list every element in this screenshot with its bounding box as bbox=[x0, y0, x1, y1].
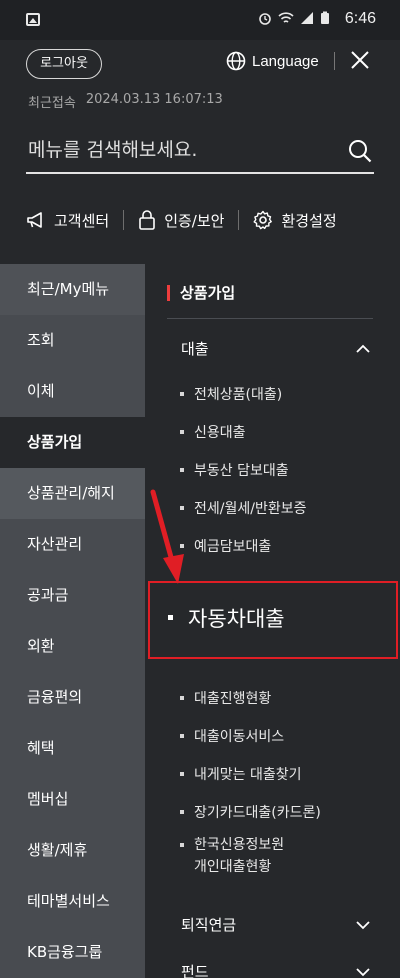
list-item-line-1: 한국신용정보원 bbox=[194, 837, 285, 853]
group-pension-label: 퇴직연금 bbox=[181, 916, 237, 934]
annotation-arrow-icon bbox=[150, 489, 184, 584]
lock-icon bbox=[139, 210, 156, 230]
section-divider bbox=[167, 318, 373, 319]
highlight-box: 자동차대출 bbox=[148, 581, 398, 659]
nav-item-transfer[interactable]: 이체 bbox=[0, 366, 145, 417]
nav-item-asset-manage[interactable]: 자산관리 bbox=[0, 519, 145, 570]
customer-center-label: 고객센터 bbox=[54, 211, 110, 230]
nav-item-product-manage[interactable]: 상품관리/해지 bbox=[0, 468, 145, 519]
nav-item-recent-my[interactable]: 최근/My메뉴 bbox=[0, 264, 145, 315]
chevron-down-icon bbox=[356, 968, 370, 977]
close-icon[interactable] bbox=[350, 50, 370, 70]
group-fund-label: 펀드 bbox=[181, 963, 209, 978]
nav-item-utilities[interactable]: 공과금 bbox=[0, 570, 145, 621]
nav-item-foreign-exchange[interactable]: 외환 bbox=[0, 621, 145, 672]
list-item[interactable]: 전세/월세/반환보증 bbox=[180, 498, 306, 518]
list-item[interactable]: 내게맞는 대출찾기 bbox=[180, 764, 302, 784]
settings-link[interactable]: 환경설정 bbox=[253, 210, 337, 231]
section-accent-bar bbox=[167, 284, 170, 301]
settings-label: 환경설정 bbox=[281, 211, 337, 230]
list-item-line-2: 개인대출현황 bbox=[194, 859, 272, 875]
search-icon[interactable] bbox=[348, 139, 372, 163]
nav-item-membership[interactable]: 멤버십 bbox=[0, 774, 145, 825]
list-item[interactable]: 대출진행현황 bbox=[180, 688, 271, 708]
nav-item-theme-services[interactable]: 테마별서비스 bbox=[0, 876, 145, 927]
nav-item-inquiry[interactable]: 조회 bbox=[0, 315, 145, 366]
signal-icon bbox=[301, 12, 313, 24]
left-nav: 최근/My메뉴 조회 이체 상품가입 상품관리/해지 자산관리 공과금 외환 금… bbox=[0, 264, 145, 978]
section-title-text: 상품가입 bbox=[180, 284, 236, 302]
nav-item-convenience[interactable]: 금융편의 bbox=[0, 672, 145, 723]
alarm-icon bbox=[259, 13, 271, 25]
menu-search bbox=[26, 128, 374, 174]
status-time: 6:46 bbox=[344, 10, 376, 27]
chevron-down-icon bbox=[356, 921, 370, 930]
quick-divider bbox=[238, 210, 240, 230]
quick-links: 고객센터 인증/보안 환경설정 bbox=[26, 206, 374, 234]
group-loan-label: 대출 bbox=[181, 340, 209, 358]
chevron-up-icon bbox=[356, 344, 370, 353]
nav-item-benefits[interactable]: 혜택 bbox=[0, 723, 145, 774]
nav-item-product-signup[interactable]: 상품가입 bbox=[0, 417, 145, 468]
gallery-icon bbox=[26, 13, 40, 26]
wifi-icon bbox=[278, 12, 294, 23]
section-title: 상품가입 bbox=[167, 282, 235, 303]
search-input[interactable] bbox=[26, 128, 326, 172]
group-fund[interactable]: 펀드 bbox=[181, 961, 373, 978]
list-item[interactable]: 장기카드대출(카드론) bbox=[180, 802, 321, 822]
customer-center-link[interactable]: 고객센터 bbox=[26, 210, 109, 231]
group-loan[interactable]: 대출 bbox=[181, 338, 373, 362]
language-button[interactable]: Language bbox=[226, 50, 319, 72]
list-item[interactable]: 부동산 담보대출 bbox=[180, 460, 289, 480]
group-pension[interactable]: 퇴직연금 bbox=[181, 914, 373, 938]
battery-icon bbox=[321, 11, 329, 24]
auth-security-label: 인증/보안 bbox=[164, 211, 225, 230]
status-bar: 6:46 bbox=[0, 0, 400, 40]
auth-security-link[interactable]: 인증/보안 bbox=[138, 210, 224, 231]
highlighted-car-loan-item[interactable]: 자동차대출 bbox=[168, 603, 285, 633]
quick-divider bbox=[123, 210, 125, 230]
header-divider bbox=[334, 52, 335, 70]
list-item[interactable]: 예금담보대출 bbox=[180, 536, 271, 556]
last-access: 최근접속 2024.03.13 16:07:13 bbox=[28, 92, 223, 111]
list-item[interactable]: 전체상품(대출) bbox=[180, 384, 282, 404]
language-label: Language bbox=[252, 52, 319, 70]
gear-icon bbox=[253, 210, 273, 230]
list-item[interactable]: 신용대출 bbox=[180, 422, 246, 442]
globe-icon bbox=[226, 51, 246, 71]
last-access-time: 2024.03.13 16:07:13 bbox=[85, 92, 223, 107]
logout-button[interactable]: 로그아웃 bbox=[26, 49, 102, 79]
menu-header: 로그아웃 Language 최근접속 2024.03.13 16:07:13 고… bbox=[0, 40, 400, 264]
last-access-label: 최근접속 bbox=[28, 96, 76, 111]
list-item[interactable]: 한국신용정보원 개인대출현황 bbox=[180, 834, 284, 878]
list-item[interactable]: 대출이동서비스 bbox=[180, 726, 284, 746]
nav-item-life-partner[interactable]: 생활/제휴 bbox=[0, 825, 145, 876]
megaphone-icon bbox=[27, 212, 42, 228]
status-icons bbox=[258, 11, 330, 25]
nav-item-kb-group[interactable]: KB금융그룹 bbox=[0, 927, 145, 978]
